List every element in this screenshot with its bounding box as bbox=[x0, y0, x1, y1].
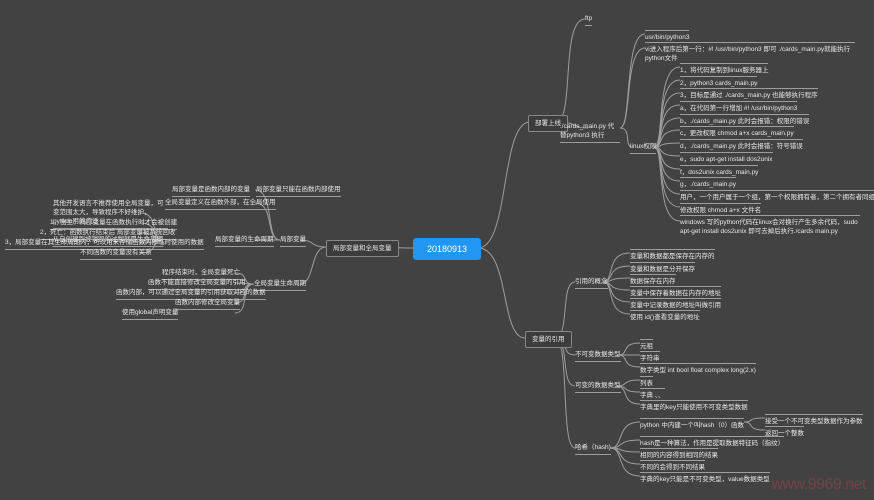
step-win-node[interactable]: windows 写的python代码在linux会对换行产生多余代码，sudo … bbox=[680, 215, 860, 236]
step-e-node[interactable]: e，sudo apt-get install dos2unix bbox=[680, 152, 773, 164]
mutable-1-node[interactable]: 列表 bbox=[640, 376, 653, 388]
mutable-node[interactable]: 可变的数据类型 bbox=[575, 381, 621, 393]
local-n3-node[interactable]: 全局变量定义在函数外部，在全局使用 bbox=[165, 198, 276, 210]
root-node[interactable]: 20180913 bbox=[413, 238, 481, 260]
step-c-node[interactable]: c，更改权限 chmod a+x cards_main.py bbox=[680, 126, 794, 138]
local-node[interactable]: 局部变量 bbox=[280, 235, 306, 247]
concept-c1-node[interactable]: 变量和数据都是保存在内存的 bbox=[630, 249, 715, 261]
ref-node[interactable]: 变量的引用 bbox=[525, 331, 572, 348]
step-d-node[interactable]: d，./cards_main.py 此时会报错：符号错误 bbox=[680, 139, 803, 151]
shebang-note-node[interactable]: vi进入程序后第一行：#! /usr/bin/python3 即可 ./card… bbox=[645, 42, 855, 63]
hash-1-node[interactable]: python 中内建一个叫hash（0）函数 bbox=[640, 418, 744, 430]
watermark-text: www.9969.net bbox=[771, 476, 866, 494]
local-n2-node[interactable]: 局部变量只能在函数内部使用 bbox=[256, 185, 341, 197]
immutable-2-node[interactable]: 字符串 bbox=[640, 351, 660, 363]
mutable-3-node[interactable]: 字典里的key只能使用不可变类型数据 bbox=[640, 400, 748, 412]
step-b-node[interactable]: b，./cards_main.py 此时会报错：权限的错误 bbox=[680, 114, 809, 126]
shebang-node[interactable]: usr/bin/python3 bbox=[645, 30, 689, 42]
concept-c3-node[interactable]: 数据保存在内存 bbox=[630, 274, 676, 286]
step-a-node[interactable]: a，在代码第一行增加 #! /usr/bin/python3 bbox=[680, 101, 797, 113]
ftp-node[interactable]: ftp bbox=[585, 14, 592, 26]
hash-4-node[interactable]: 不同的会得到不同结果 bbox=[640, 460, 705, 472]
hash-5-node[interactable]: 字典的key只能是不可变类型，value数据类型 bbox=[640, 472, 770, 484]
local-n1-node[interactable]: 局部变量是函数内部的变量 bbox=[172, 185, 250, 197]
step-chmod-node[interactable]: 修改权限 chmod a+x 文件名 bbox=[680, 203, 761, 215]
hash-3-node[interactable]: 相同的内容得到相同的结果 bbox=[640, 448, 718, 460]
immutable-node[interactable]: 不可变数据类型 bbox=[575, 350, 621, 362]
step-2-node[interactable]: 2，python3 cards_main.py bbox=[680, 76, 757, 88]
step-3-node[interactable]: 3，目标是通过 ./cards_main.py 也能够执行程序 bbox=[680, 88, 818, 100]
step-user-node[interactable]: 用户，一个用户属于一个组，第一个权限拥有者，第二个拥有者同组 bbox=[680, 190, 874, 202]
hash-node[interactable]: 哈希（hash) bbox=[575, 443, 611, 455]
linux-perm-node[interactable]: linux权限 bbox=[630, 142, 656, 154]
step-1-node[interactable]: 1，将代码复制到linux服务器上 bbox=[680, 63, 768, 75]
concept-c4-node[interactable]: 变量中保存着数据在内存的地址 bbox=[630, 286, 721, 298]
concept-c2-node[interactable]: 变量和数据是分开保存 bbox=[630, 262, 695, 274]
step-g-node[interactable]: g，./cards_main.py bbox=[680, 177, 736, 189]
hash-2-node[interactable]: hash是一种算法，作用是提取数据特征码（指纹） bbox=[640, 436, 784, 448]
immutable-3-node[interactable]: 数字类型 int bool float complex long(2.x) bbox=[640, 363, 756, 375]
life-label-node[interactable]: 局部变量的生命周期 bbox=[215, 235, 274, 247]
scope-node[interactable]: 局部变量和全局变量 bbox=[326, 240, 399, 257]
glife-4-node[interactable]: 函数内部修改全局变量 bbox=[175, 298, 240, 310]
concept-node[interactable]: 引用的概念 bbox=[575, 277, 608, 289]
glife-5-node[interactable]: 使用global声明变量 bbox=[122, 308, 178, 320]
hash-1a-node[interactable]: 接受一个不可变类型数据作为参数 bbox=[765, 414, 863, 426]
mutable-2-node[interactable]: 字典 、、 bbox=[640, 388, 665, 400]
immutable-1-node[interactable]: 元祖 bbox=[640, 339, 653, 351]
concept-c6-node[interactable]: 使用 id()查看变量的地址 bbox=[630, 310, 700, 322]
step-f-node[interactable]: f，dos2unix cards_main.py bbox=[680, 165, 758, 177]
concept-c5-node[interactable]: 变量中记录数据的地址叫做引用 bbox=[630, 298, 721, 310]
life-4-node[interactable]: 不同函数的变量没有关系 bbox=[80, 248, 152, 260]
linux-main-node[interactable]: ./cards_main.py 代替python3 执行 bbox=[560, 122, 620, 143]
